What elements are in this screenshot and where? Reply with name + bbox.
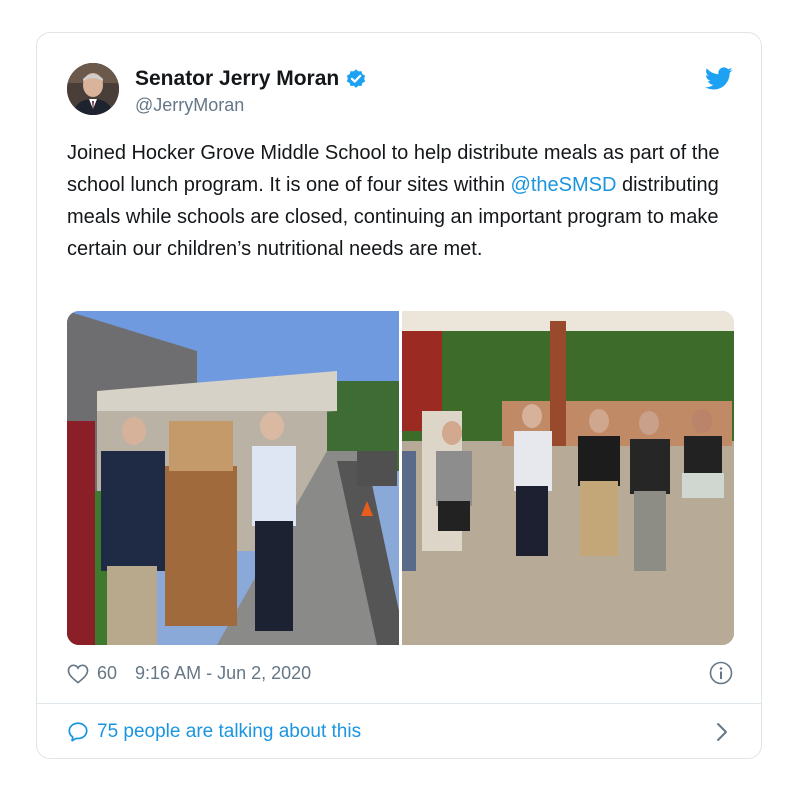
tweet-card[interactable]: Senator Jerry Moran @JerryMoran Joined H… <box>36 32 762 759</box>
photo-right[interactable] <box>401 311 734 645</box>
timestamp[interactable]: 9:16 AM - Jun 2, 2020 <box>135 663 311 684</box>
conversation-link[interactable]: 75 people are talking about this <box>67 721 361 743</box>
speech-bubble-icon <box>68 722 88 742</box>
heart-icon[interactable] <box>67 664 89 684</box>
tweet-text: Joined Hocker Grove Middle School to hel… <box>67 137 737 265</box>
author-name[interactable]: Senator Jerry Moran <box>135 67 339 91</box>
mention-link[interactable]: @theSMSD <box>511 174 617 196</box>
twitter-bird-icon[interactable] <box>705 67 733 91</box>
tweet-meta: 60 9:16 AM - Jun 2, 2020 <box>67 663 311 684</box>
avatar[interactable] <box>67 63 119 115</box>
talking-count-label[interactable]: 75 people are talking about this <box>97 721 361 743</box>
divider <box>37 703 761 704</box>
chevron-right-icon[interactable] <box>715 721 729 743</box>
tweet-media[interactable] <box>67 311 734 645</box>
author-handle[interactable]: @JerryMoran <box>135 95 244 116</box>
info-icon[interactable] <box>709 661 733 685</box>
photo-left[interactable] <box>67 311 400 645</box>
verified-badge-icon <box>347 69 366 88</box>
like-count[interactable]: 60 <box>97 663 117 684</box>
